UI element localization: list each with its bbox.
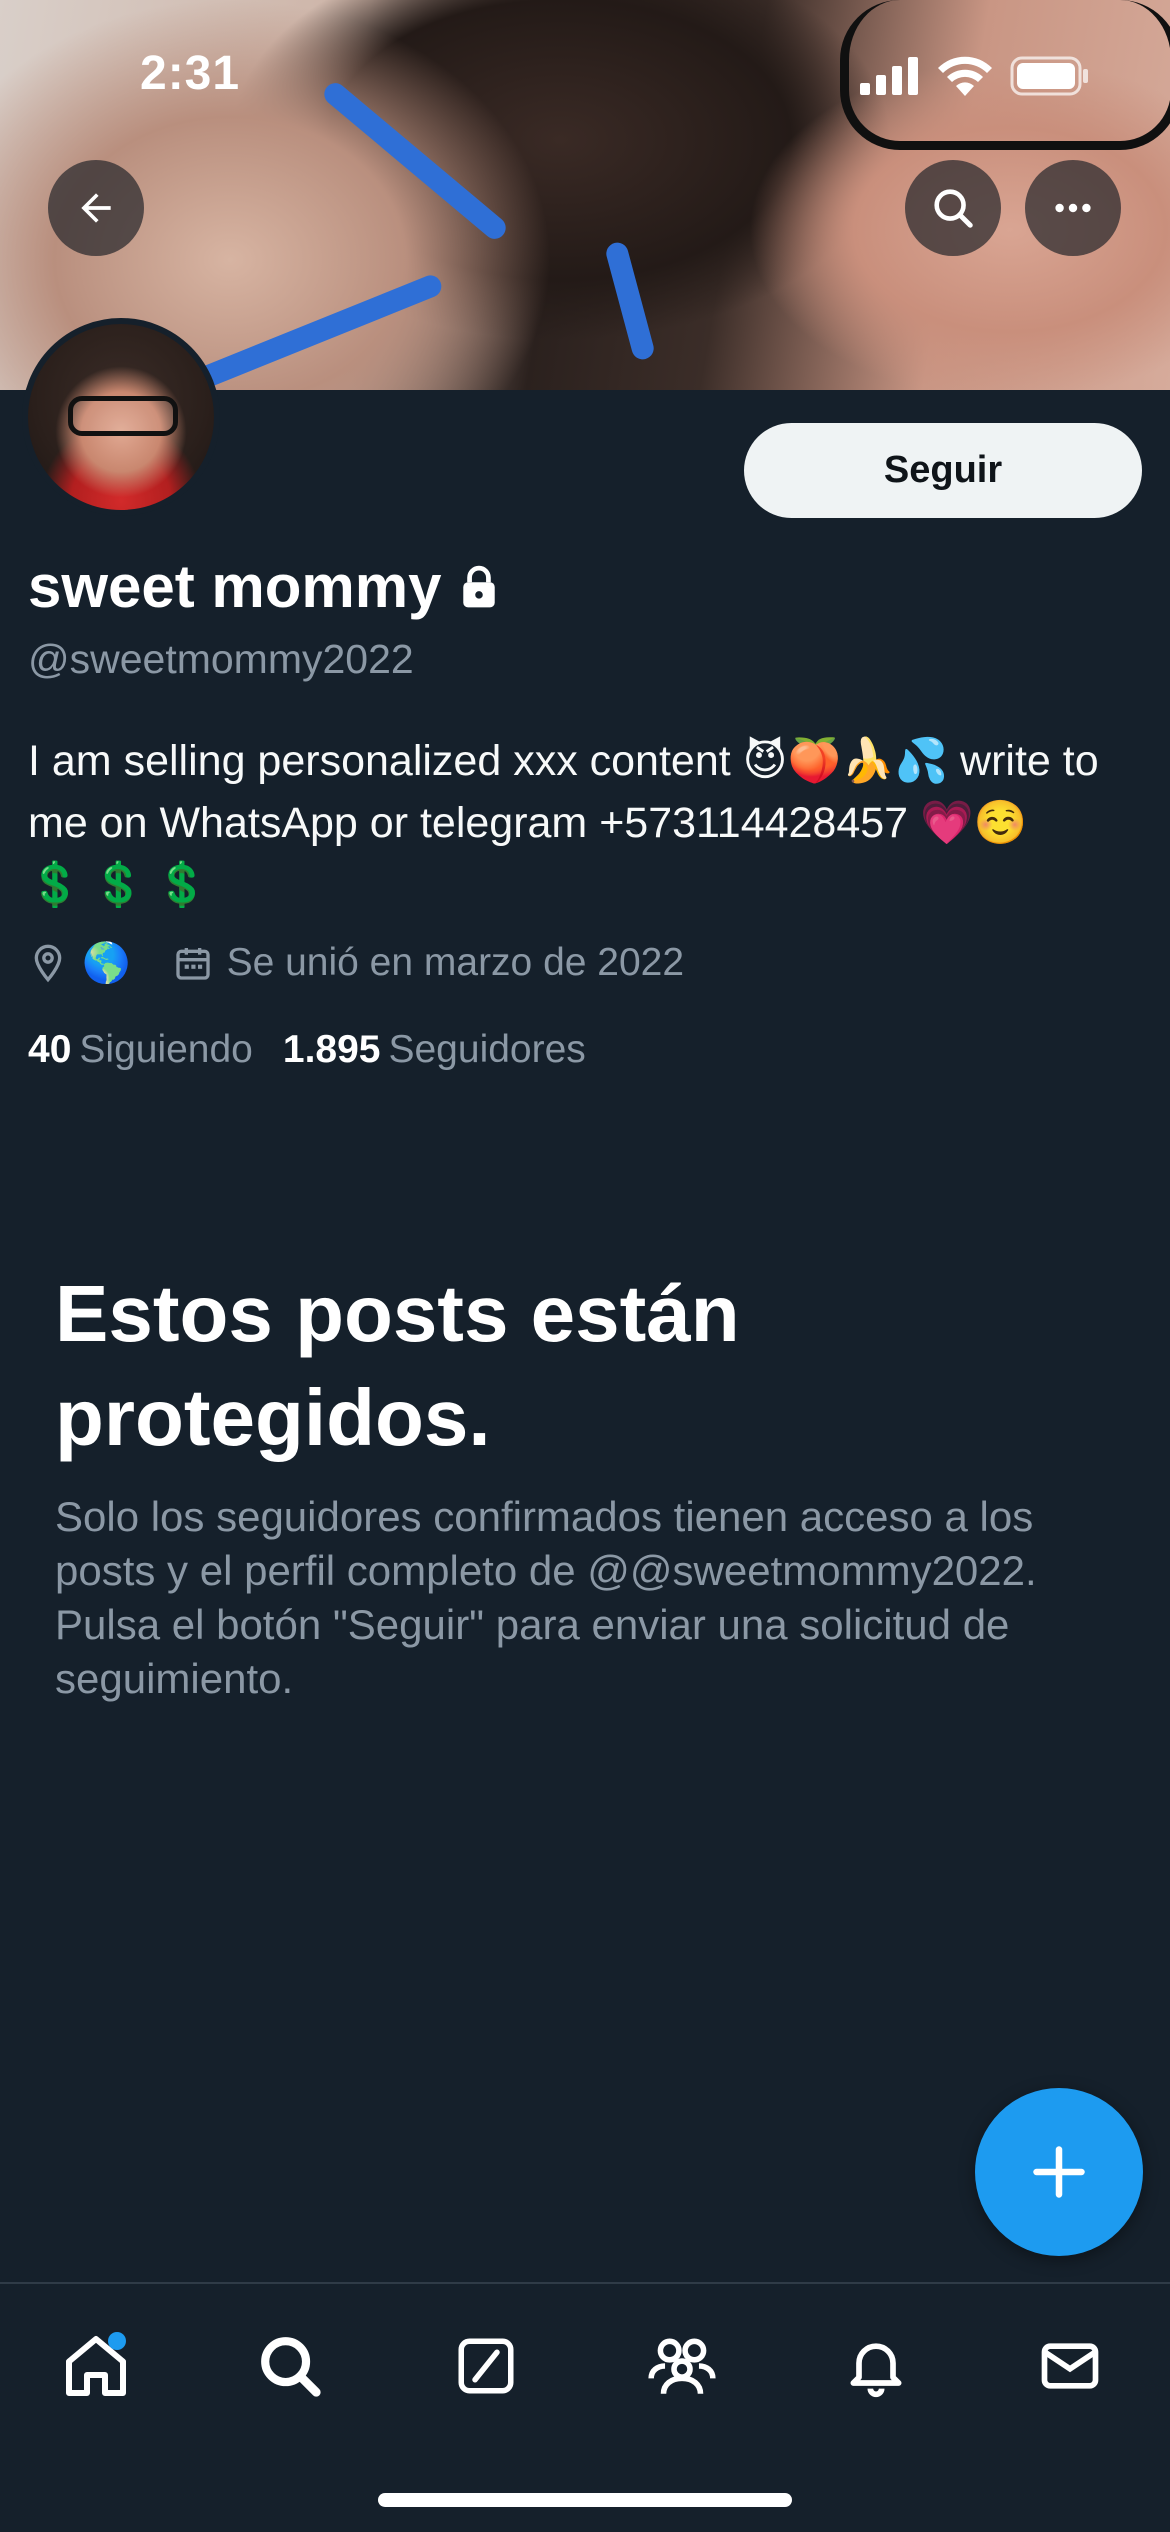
plus-icon bbox=[1033, 2146, 1085, 2198]
arrow-left-icon bbox=[81, 193, 111, 223]
bio-text: I am selling personalized xxx content 😈🍑… bbox=[28, 737, 1099, 847]
search-icon bbox=[261, 2337, 321, 2397]
battery-icon bbox=[1010, 56, 1088, 96]
wifi-icon bbox=[938, 56, 992, 96]
messages-icon bbox=[1041, 2343, 1099, 2389]
display-name-text: sweet mommy bbox=[28, 553, 442, 620]
bio: I am selling personalized xxx content 😈🍑… bbox=[28, 730, 1148, 916]
avatar-glasses bbox=[68, 396, 178, 436]
calendar-icon bbox=[175, 948, 210, 980]
location-pin-icon bbox=[34, 944, 62, 983]
search-button[interactable] bbox=[905, 160, 1001, 256]
following-link[interactable]: 40 Siguiendo bbox=[28, 1028, 253, 1072]
more-horizontal-icon bbox=[1055, 203, 1091, 213]
nav-notifications[interactable] bbox=[826, 2316, 926, 2416]
communities-icon bbox=[648, 2338, 716, 2395]
compose-button[interactable] bbox=[975, 2088, 1143, 2256]
lock-icon bbox=[462, 565, 495, 607]
home-indicator bbox=[378, 2493, 792, 2507]
join-date: Se unió en marzo de 2022 bbox=[173, 941, 685, 985]
back-button[interactable] bbox=[48, 160, 144, 256]
followers-link[interactable]: 1.895 Seguidores bbox=[283, 1028, 586, 1072]
join-date-text: Se unió en marzo de 2022 bbox=[226, 941, 685, 984]
status-bar: 2:31 bbox=[0, 0, 1170, 150]
followers-label: Seguidores bbox=[388, 1028, 586, 1071]
nav-grok[interactable] bbox=[436, 2316, 536, 2416]
following-count: 40 bbox=[28, 1028, 72, 1071]
protected-title: Estos posts están protegidos. bbox=[55, 1269, 740, 1462]
nav-search[interactable] bbox=[240, 2316, 340, 2416]
display-name: sweet mommy bbox=[28, 552, 498, 621]
status-time: 2:31 bbox=[140, 47, 241, 100]
followers-count: 1.895 bbox=[282, 1028, 381, 1071]
following-label: Siguiendo bbox=[79, 1028, 253, 1071]
bio-dollars: 💲💲💲 bbox=[28, 861, 219, 909]
profile-meta: 🌎 Se unió en marzo de 2022 bbox=[28, 940, 684, 986]
status-icons bbox=[860, 56, 1090, 96]
search-icon bbox=[934, 189, 973, 228]
notifications-icon bbox=[850, 2343, 902, 2398]
nav-home[interactable] bbox=[46, 2316, 146, 2416]
more-button[interactable] bbox=[1025, 160, 1121, 256]
follow-counts: 40 Siguiendo 1.895 Seguidores bbox=[28, 1028, 586, 1072]
follow-button[interactable]: Seguir bbox=[744, 423, 1142, 518]
grok-icon bbox=[458, 2338, 514, 2394]
nav-messages[interactable] bbox=[1020, 2316, 1120, 2416]
location: 🌎 bbox=[28, 940, 131, 986]
location-text: 🌎 bbox=[82, 942, 131, 985]
handle: @sweetmommy2022 bbox=[28, 636, 414, 682]
nav-communities[interactable] bbox=[632, 2316, 732, 2416]
notification-dot bbox=[108, 2332, 126, 2350]
avatar[interactable] bbox=[22, 318, 220, 516]
signal-icon bbox=[860, 57, 918, 95]
protected-body: Solo los seguidores confirmados tienen a… bbox=[55, 1493, 1037, 1702]
